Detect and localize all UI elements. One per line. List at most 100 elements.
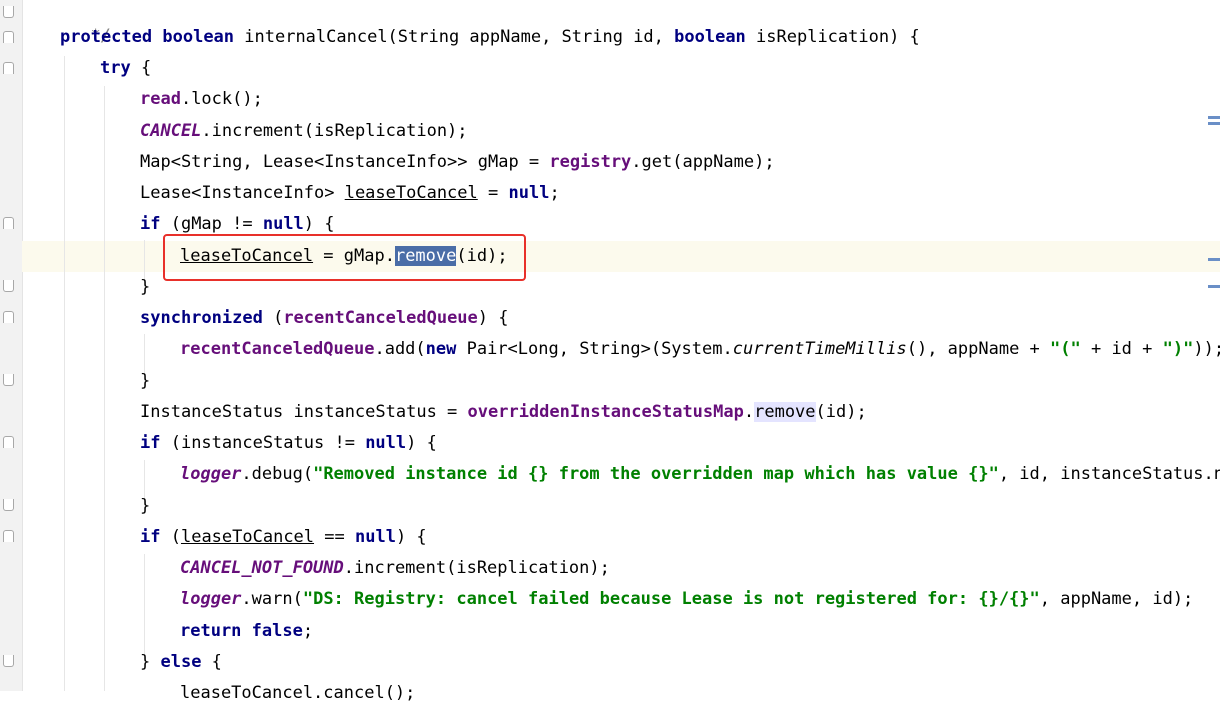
fold-start-icon[interactable] [3, 436, 14, 448]
code-line[interactable]: */ [70, 0, 110, 46]
static-field-token: CANCEL [140, 121, 202, 141]
code-line[interactable]: recentCanceledQueue.add(new Pair<Long, S… [180, 334, 1220, 365]
field-token: recentCanceledQueue [283, 308, 478, 328]
code-text: .add( [374, 339, 426, 359]
keyword-token: return [180, 621, 242, 641]
code-text: ) { [477, 308, 509, 328]
keyword-token: new [425, 339, 457, 359]
code-text: Map<String, Lease<InstanceInfo>> gMap = [140, 152, 550, 172]
code-line[interactable]: } else { [140, 647, 222, 678]
code-text: .debug( [241, 464, 314, 484]
code-text: )); [1193, 339, 1220, 359]
keyword-token: if [140, 433, 161, 453]
code-text: ( [160, 527, 181, 547]
code-text: ) { [406, 433, 437, 453]
code-text: ) { [395, 527, 427, 547]
fold-start-icon[interactable] [3, 62, 14, 74]
code-line[interactable]: synchronized (recentCanceledQueue) { [140, 303, 509, 334]
fold-end-icon[interactable] [3, 280, 14, 292]
code-text: (id); [815, 402, 867, 422]
fold-start-icon[interactable] [3, 217, 14, 229]
code-line[interactable]: } [140, 272, 150, 303]
keyword-token: null [262, 214, 304, 234]
fold-end-icon[interactable] [3, 655, 14, 667]
code-text: { [201, 652, 222, 672]
field-token: read [140, 89, 181, 109]
code-line[interactable]: try { [100, 53, 151, 84]
code-text: ) { [303, 214, 335, 234]
code-text: ; [549, 183, 560, 203]
code-line[interactable]: if (instanceStatus != null) { [140, 428, 437, 459]
highlight-annotation-box [163, 234, 526, 281]
code-text: leaseToCancel.cancel(); [180, 683, 416, 703]
static-field-token: logger [180, 589, 242, 609]
code-text: { [130, 58, 152, 78]
code-line[interactable]: } [140, 491, 150, 522]
usage-marker[interactable] [1208, 285, 1220, 288]
code-text: ; [302, 621, 314, 641]
usage-marker[interactable] [1208, 122, 1220, 125]
usage-marker[interactable] [1208, 258, 1220, 261]
code-text: Lease<InstanceInfo> [140, 183, 345, 203]
code-text: .increment(isReplication); [201, 121, 468, 141]
static-field-token: logger [180, 464, 242, 484]
usage-highlight-token[interactable]: remove [754, 402, 816, 422]
code-text: .increment(isReplication); [343, 558, 610, 578]
string-token: "Removed instance id {} from the overrid… [313, 464, 999, 484]
fold-end-icon[interactable] [3, 374, 14, 386]
fold-end-icon[interactable] [3, 6, 14, 18]
variable-token: leaseToCancel [344, 183, 478, 203]
code-text: } [140, 652, 161, 672]
static-field-token: CANCEL_NOT_FOUND [180, 558, 344, 578]
keyword-token: null [365, 433, 407, 453]
keyword-token: if [140, 527, 161, 547]
indent-guide [144, 554, 145, 654]
code-line[interactable]: return false; [180, 616, 313, 647]
code-line[interactable]: leaseToCancel.cancel(); [180, 678, 415, 709]
string-token: "(" [1050, 339, 1081, 359]
keyword-token: else [160, 652, 202, 672]
code-line[interactable]: Map<String, Lease<InstanceInfo>> gMap = … [140, 147, 775, 178]
code-line[interactable]: Lease<InstanceInfo> leaseToCancel = null… [140, 178, 560, 209]
code-text: == [314, 527, 355, 547]
code-text: (instanceStatus != [160, 433, 366, 453]
indent-guide [64, 56, 65, 691]
code-text: } [140, 277, 151, 297]
code-line[interactable]: } [140, 366, 150, 397]
code-line[interactable]: logger.debug("Removed instance id {} fro… [180, 459, 1220, 490]
code-line[interactable]: read.lock(); [140, 84, 263, 115]
fold-start-icon[interactable] [3, 31, 14, 43]
code-text: Pair<Long, String>(System. [456, 339, 733, 359]
usage-marker[interactable] [1208, 116, 1220, 119]
code-text: (), appName + [906, 339, 1051, 359]
keyword-token: try [100, 58, 131, 78]
code-text: , appName, id); [1039, 589, 1194, 609]
fold-start-icon[interactable] [3, 530, 14, 542]
code-text: } [140, 371, 151, 391]
code-text: internalCancel(String appName, String id… [234, 27, 675, 47]
code-line[interactable]: CANCEL_NOT_FOUND.increment(isReplication… [180, 553, 610, 584]
static-method-token: currentTimeMillis [732, 339, 907, 359]
code-text: .get(appName); [631, 152, 775, 172]
code-text: (gMap != [160, 214, 263, 234]
fold-end-icon[interactable] [3, 499, 14, 511]
code-text: + id + [1080, 339, 1163, 359]
field-token: recentCanceledQueue [180, 339, 375, 359]
keyword-token: boolean [162, 27, 235, 47]
code-line[interactable]: if (leaseToCancel == null) { [140, 522, 427, 553]
fold-start-icon[interactable] [3, 311, 14, 323]
code-line[interactable]: CANCEL.increment(isReplication); [140, 116, 468, 147]
code-text: = [477, 183, 509, 203]
code-line[interactable]: InstanceStatus instanceStatus = overridd… [140, 397, 867, 428]
keyword-token: protected [60, 27, 153, 47]
code-text: , id, instanceStatus.nam [998, 464, 1220, 484]
indent-guide [104, 86, 105, 691]
editor-gutter [0, 0, 23, 691]
string-token: ")" [1162, 339, 1194, 359]
keyword-token: boolean [674, 27, 746, 47]
code-line[interactable]: logger.warn("DS: Registry: cancel failed… [180, 584, 1193, 615]
code-line[interactable]: protected boolean internalCancel(String … [60, 22, 920, 53]
variable-token: leaseToCancel [180, 527, 315, 547]
code-text: . [743, 402, 755, 422]
code-text: InstanceStatus instanceStatus = [140, 402, 468, 422]
